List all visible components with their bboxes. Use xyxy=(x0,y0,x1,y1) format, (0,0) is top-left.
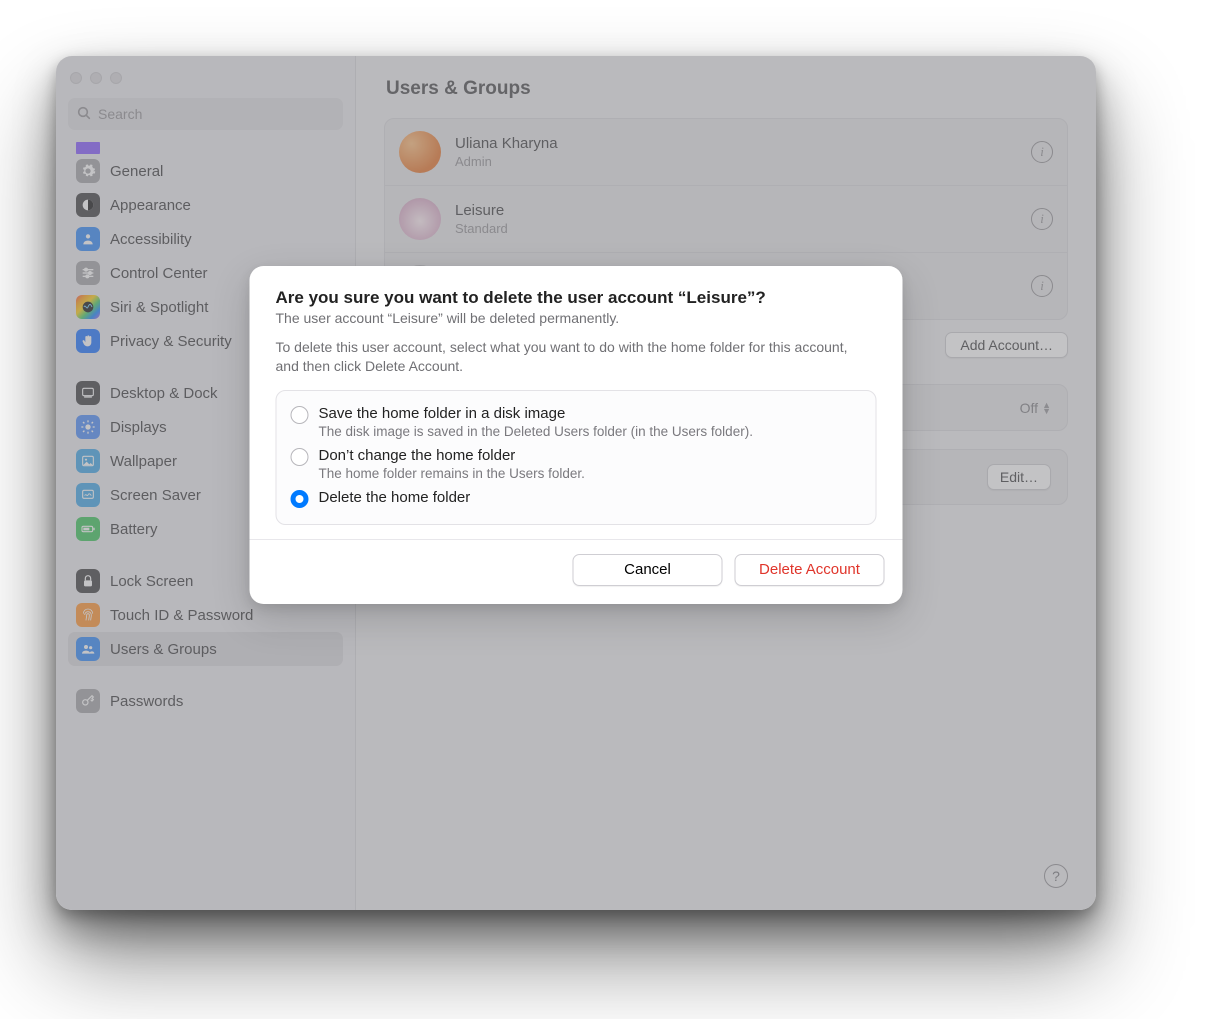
radio-button[interactable] xyxy=(291,448,309,466)
dialog-title: Are you sure you want to delete the user… xyxy=(276,288,877,308)
cancel-button[interactable]: Cancel xyxy=(573,554,723,586)
delete-user-dialog: Are you sure you want to delete the user… xyxy=(250,266,903,604)
radio-button[interactable] xyxy=(291,490,309,508)
option-help: The disk image is saved in the Deleted U… xyxy=(319,424,753,439)
home-folder-options: Save the home folder in a disk image The … xyxy=(276,390,877,525)
delete-account-button[interactable]: Delete Account xyxy=(735,554,885,586)
home-folder-option[interactable]: Delete the home folder xyxy=(291,485,862,512)
option-label: Delete the home folder xyxy=(319,489,471,506)
system-settings-window: GeneralAppearanceAccessibilityControl Ce… xyxy=(56,56,1096,910)
radio-button[interactable] xyxy=(291,406,309,424)
option-help: The home folder remains in the Users fol… xyxy=(319,466,585,481)
dialog-description: To delete this user account, select what… xyxy=(276,338,856,376)
home-folder-option[interactable]: Save the home folder in a disk image The … xyxy=(291,401,862,443)
option-label: Save the home folder in a disk image xyxy=(319,405,753,422)
dialog-subtitle: The user account “Leisure” will be delet… xyxy=(276,310,877,326)
home-folder-option[interactable]: Don’t change the home folder The home fol… xyxy=(291,443,862,485)
option-label: Don’t change the home folder xyxy=(319,447,585,464)
